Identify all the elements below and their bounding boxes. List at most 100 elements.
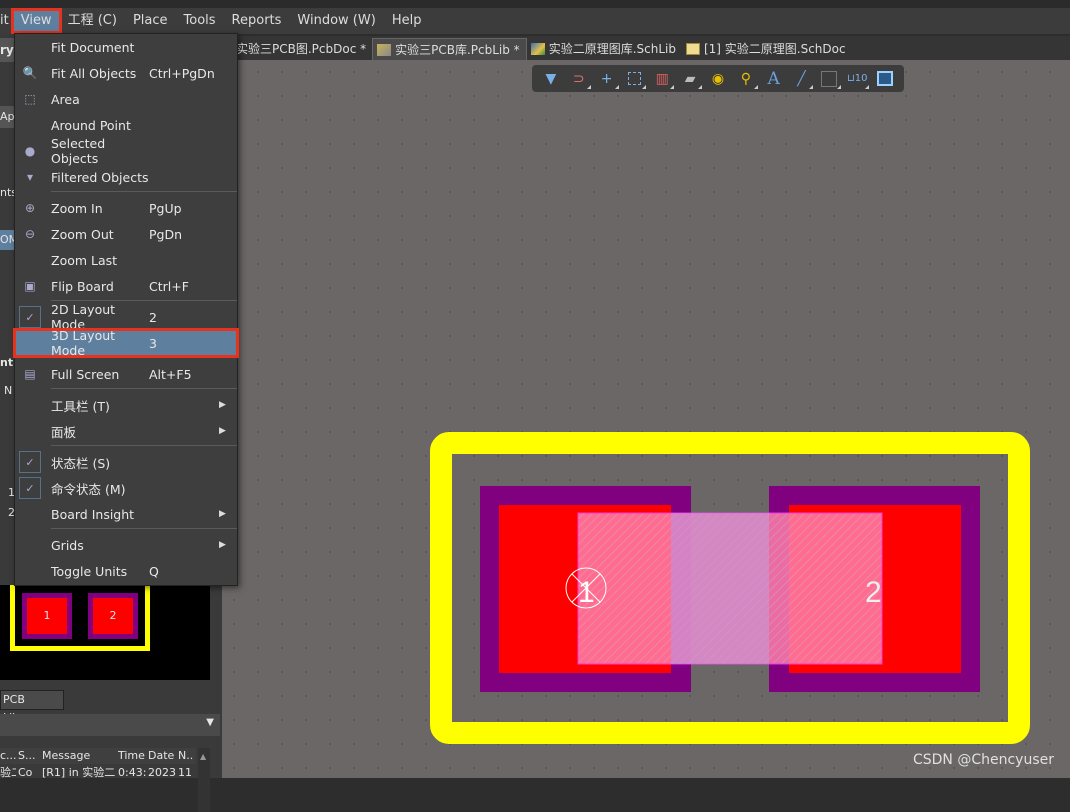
menu-edit[interactable]: it xyxy=(0,10,13,32)
menu-item-t[interactable]: 工具栏 (T) ▶ xyxy=(15,392,237,418)
apply-button[interactable]: App xyxy=(0,106,14,128)
menu-item-zoom-out[interactable]: ⊖ Zoom Out PgDn xyxy=(15,221,237,247)
component-row-selected[interactable]: OM xyxy=(0,230,14,250)
check-icon: ✓ xyxy=(19,477,41,499)
coordinate-icon[interactable]: ⊔10 xyxy=(846,69,869,89)
menu-item-full-screen[interactable]: ▤ Full Screen Alt+F5 xyxy=(15,361,237,387)
dimension-icon[interactable] xyxy=(818,69,842,89)
scroll-up-icon[interactable]: ▲ xyxy=(198,752,206,761)
menu-item-shortcut: Q xyxy=(149,563,159,579)
menu-place[interactable]: Place xyxy=(125,10,176,32)
align-icon[interactable]: ▥ xyxy=(651,69,675,89)
component-icon[interactable]: ▰ xyxy=(679,69,702,89)
menu-item-board-insight[interactable]: Board Insight ▶ xyxy=(15,501,237,527)
filter-icon[interactable]: ▼ xyxy=(540,69,562,89)
panel-title: ry xyxy=(0,38,14,62)
menu-item-grids[interactable]: Grids ▶ xyxy=(15,532,237,558)
title-strip xyxy=(0,0,1070,8)
col-no[interactable]: N.. xyxy=(176,748,196,764)
menu-item-label: Area xyxy=(51,91,80,107)
interactive-route-icon[interactable]: ⊃ xyxy=(568,69,591,89)
menu-item-label: Zoom Last xyxy=(51,252,118,268)
menu-item-fit-document[interactable]: Fit Document xyxy=(15,34,237,60)
menu-item-shortcut: PgUp xyxy=(149,200,182,216)
tab-pcb-library[interactable]: PCB Library xyxy=(0,690,64,724)
column-header-name: N xyxy=(4,384,13,397)
zoom-area-icon: ⬚ xyxy=(24,92,36,106)
col-message[interactable]: Message xyxy=(38,748,116,764)
menu-item-shortcut: 3 xyxy=(149,335,157,351)
menu-item-label: 面板 xyxy=(51,424,77,440)
full-screen-icon: ▤ xyxy=(24,367,36,381)
select-rect-icon[interactable] xyxy=(624,69,647,89)
tab-schlib[interactable]: 实验二原理图库.SchLib xyxy=(527,38,682,60)
active-bar-toolbar: ▼ ⊃ + ▥ ▰ ◉ ⚲ A ╱ ⊔10 xyxy=(532,65,904,92)
tab-schdoc[interactable]: [1] 实验二原理图.SchDoc xyxy=(682,38,852,60)
menu-item-selected-objects[interactable]: ● Selected Objects xyxy=(15,136,237,166)
body-overlap xyxy=(671,513,769,664)
menu-item-fit-all-objects[interactable]: 🔍 Fit All Objects Ctrl+PgDn xyxy=(15,60,237,86)
menu-bar: it View 工程 (C) Place Tools Reports Windo… xyxy=(0,8,1070,34)
fit-all-icon: 🔍 xyxy=(22,66,38,80)
cell-date: 2023, xyxy=(148,766,176,779)
menu-item-m[interactable]: ✓ 命令状态 (M) xyxy=(15,475,237,501)
menu-window[interactable]: Window (W) xyxy=(289,10,383,32)
preview-pad-1: 1 xyxy=(22,593,72,639)
messages-scrollbar[interactable]: ▲ xyxy=(198,748,210,812)
menu-item-zoom-in[interactable]: ⊕ Zoom In PgUp xyxy=(15,195,237,221)
check-icon: ✓ xyxy=(19,451,41,473)
zoom-in-icon: ⊕ xyxy=(24,201,36,215)
submenu-arrow-icon: ▶ xyxy=(219,426,226,436)
menu-tools[interactable]: Tools xyxy=(176,10,224,32)
col-source[interactable]: c... xyxy=(0,748,16,764)
menu-item-label: Filtered Objects xyxy=(51,169,149,185)
footprint-drawing: 1 2 xyxy=(430,432,1030,744)
menu-item-label: Flip Board xyxy=(51,278,114,294)
menu-item-around-point[interactable]: Around Point xyxy=(15,112,237,138)
menu-item-zoom-last[interactable]: Zoom Last xyxy=(15,247,237,273)
cell-no: 11 xyxy=(178,766,192,779)
menu-item-label: Board Insight xyxy=(51,506,135,522)
menu-item-filtered-objects[interactable]: ▾ Filtered Objects xyxy=(15,164,237,190)
menu-item-label: Fit Document xyxy=(51,39,135,55)
menu-item-label: Grids xyxy=(51,537,84,553)
message-row[interactable]: 验二 Co [R1] in 实验二 0:43: 2023, 11 xyxy=(0,765,196,781)
menu-item-flip-board[interactable]: ▣ Flip Board Ctrl+F xyxy=(15,273,237,299)
col-date[interactable]: Date xyxy=(146,748,176,764)
pad-icon[interactable]: ◉ xyxy=(707,69,729,89)
document-tabs: 实验三PCB图.PcbDoc * 实验三PCB库.PcbLib * 实验二原理图… xyxy=(222,36,1070,60)
menu-project[interactable]: 工程 (C) xyxy=(60,10,125,32)
menu-item-s[interactable]: ✓ 状态栏 (S) xyxy=(15,449,237,475)
menu-item-area[interactable]: ⬚ Area xyxy=(15,86,237,112)
menu-item-label: Zoom In xyxy=(51,200,103,216)
menu-separator xyxy=(51,528,237,529)
tab-pcblib[interactable]: 实验三PCB库.PcbLib * xyxy=(372,38,527,60)
pad-1-label: 1 xyxy=(578,576,595,609)
menu-reports[interactable]: Reports xyxy=(224,10,290,32)
menu-item-2d-layout-mode[interactable]: ✓ 2D Layout Mode 2 xyxy=(15,302,237,332)
region-icon[interactable] xyxy=(874,69,896,89)
submenu-arrow-icon: ▶ xyxy=(219,509,226,519)
cross-icon[interactable]: + xyxy=(596,69,619,89)
cell-time: 0:43: xyxy=(118,766,146,779)
submenu-arrow-icon: ▶ xyxy=(219,540,226,550)
text-icon[interactable]: A xyxy=(763,69,785,89)
col-severity[interactable]: S... xyxy=(16,748,38,764)
menu-help[interactable]: Help xyxy=(384,10,430,32)
flip-board-icon: ▣ xyxy=(24,279,36,293)
line-icon[interactable]: ╱ xyxy=(791,69,814,89)
menu-item-label: 状态栏 (S) xyxy=(51,455,111,471)
tab-pcbdoc[interactable]: 实验三PCB图.PcbDoc * xyxy=(222,38,372,60)
menu-view[interactable]: View xyxy=(10,8,62,34)
pcb-canvas[interactable]: 1 2 xyxy=(222,60,1070,778)
menu-item-3d-layout-mode[interactable]: 3D Layout Mode 3 xyxy=(13,328,239,358)
menu-item-toggle-units[interactable]: Toggle Units Q xyxy=(15,558,237,584)
menu-item-14[interactable]: 面板 ▶ xyxy=(15,418,237,444)
via-icon[interactable]: ⚲ xyxy=(735,69,758,89)
zoom-out-icon: ⊖ xyxy=(24,227,36,241)
col-time[interactable]: Time xyxy=(116,748,146,764)
dropdown-arrow-icon[interactable]: ▼ xyxy=(206,717,214,728)
preview-pad-2: 2 xyxy=(88,593,138,639)
messages-dropdown[interactable]: ▼ xyxy=(0,714,220,736)
submenu-arrow-icon: ▶ xyxy=(219,400,226,410)
